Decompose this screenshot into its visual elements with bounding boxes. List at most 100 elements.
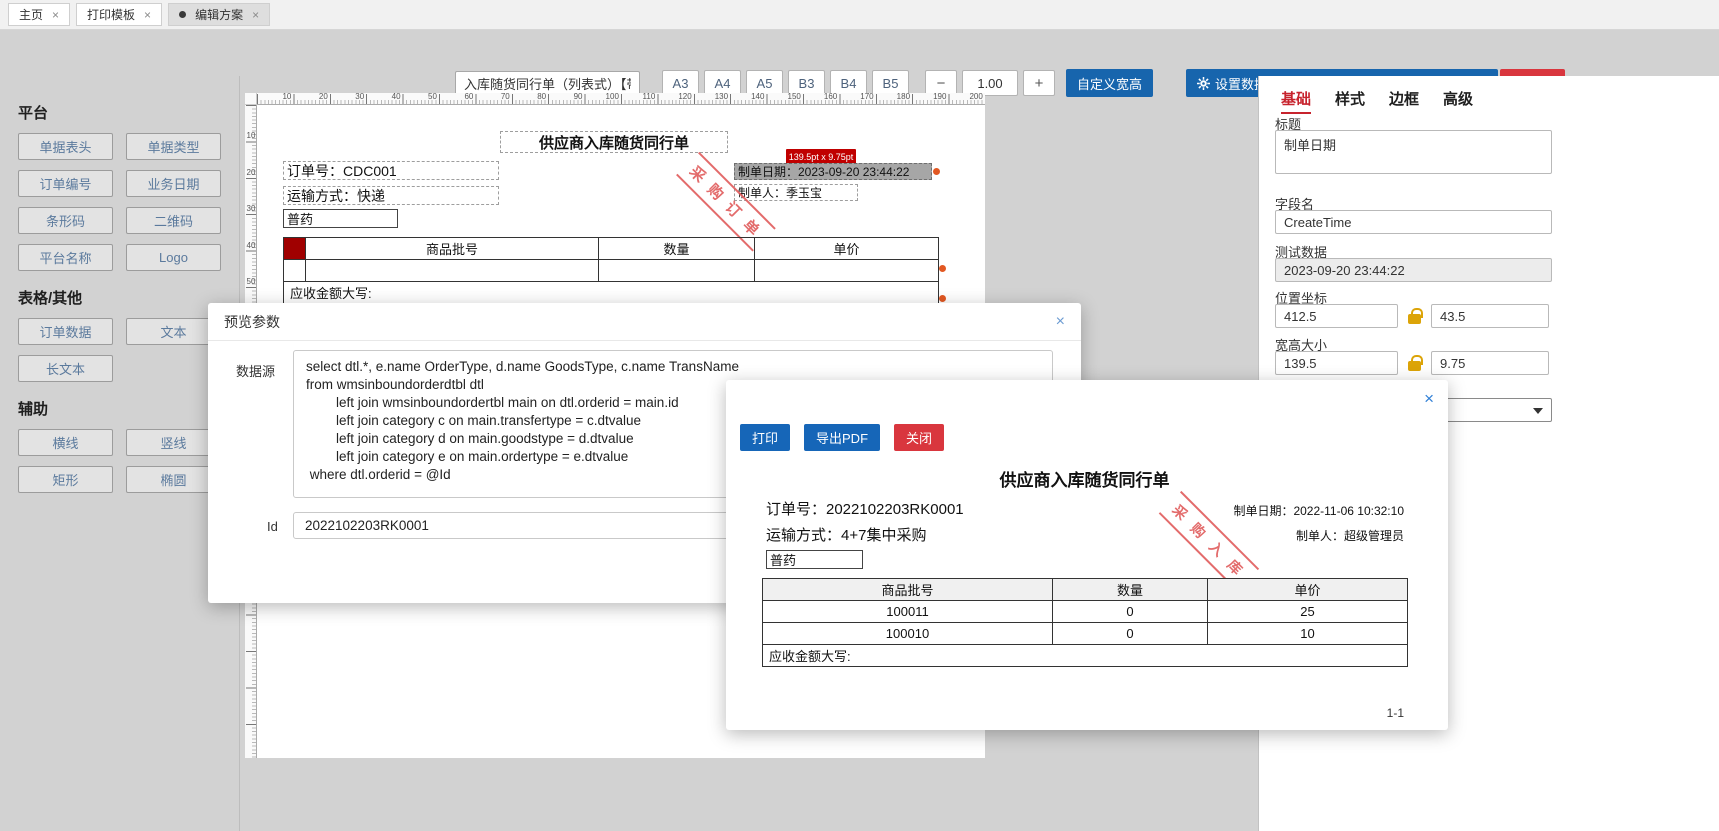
- position-row: [1275, 304, 1549, 328]
- title-input[interactable]: 制单日期: [1275, 130, 1552, 174]
- creator-element[interactable]: 制单人：季玉宝: [734, 184, 858, 201]
- preview-table-cell: 100011: [762, 600, 1053, 623]
- order-no-element[interactable]: 订单号：CDC001: [283, 161, 499, 180]
- ruler-number: 120: [678, 92, 692, 101]
- close-icon[interactable]: ×: [1424, 389, 1434, 409]
- nav-tab-edit-scheme[interactable]: 编辑方案 ×: [168, 3, 271, 26]
- table-header-cell[interactable]: 商品批号: [305, 237, 599, 260]
- sidebar-tool-button[interactable]: 业务日期: [126, 170, 221, 197]
- preview-table-cell: 0: [1052, 600, 1208, 623]
- preview-doc-title: 供应商入库随货同行单: [999, 471, 1170, 490]
- transport-element[interactable]: 运输方式：快递: [283, 186, 499, 205]
- preview-table-header: 单价: [1207, 578, 1408, 601]
- nav-tab-label: 打印模板: [87, 8, 136, 22]
- selection-handle[interactable]: [939, 295, 946, 302]
- position-y-input[interactable]: [1431, 304, 1549, 328]
- tab-basic[interactable]: 基础: [1281, 88, 1312, 114]
- component-sidebar: 平台 单据表头 单据类型 订单编号 业务日期 条形码 二维码 平台名称 Logo 表格/其他 …: [0, 76, 240, 831]
- ruler-number: 110: [642, 92, 656, 101]
- nav-tab-home[interactable]: 主页 ×: [8, 3, 71, 26]
- position-x-input[interactable]: [1275, 304, 1398, 328]
- table-cell[interactable]: [305, 259, 599, 282]
- width-input[interactable]: [1275, 351, 1398, 375]
- table-cell[interactable]: [598, 259, 755, 282]
- sidebar-tool-button[interactable]: 条形码: [18, 207, 113, 234]
- ruler-number: 140: [751, 92, 765, 101]
- drug-type-element[interactable]: 普药: [283, 209, 398, 228]
- horizontal-ruler: 10 20 30 40 50 60 70 80 90 100 110 120 130 140 150 160 1…: [257, 92, 985, 105]
- sidebar-tool-button[interactable]: 竖线: [126, 429, 221, 456]
- preview-creator: 制单人：超级管理员: [1295, 529, 1404, 543]
- export-pdf-button[interactable]: 导出PDF: [804, 424, 881, 451]
- tab-close-icon[interactable]: ×: [144, 9, 151, 21]
- sidebar-tool-button[interactable]: 矩形: [18, 466, 113, 493]
- ruler-number: 190: [933, 92, 947, 101]
- tab-close-icon[interactable]: ×: [52, 9, 59, 21]
- close-icon[interactable]: ×: [1056, 313, 1065, 331]
- ruler-number: 40: [246, 240, 256, 250]
- selected-table-cell[interactable]: [283, 237, 306, 260]
- sidebar-tool-button[interactable]: 单据表头: [18, 133, 113, 160]
- size-badge: 139.5pt x 9.75pt: [786, 149, 856, 164]
- sidebar-section-auxiliary: 辅助: [18, 401, 49, 418]
- preview-order-no: 订单号：2022102203RK0001: [766, 501, 964, 518]
- page-indicator: 1-1: [1386, 706, 1404, 720]
- table-footer-cell[interactable]: 应收金额大写:: [283, 281, 939, 304]
- print-button[interactable]: 打印: [740, 424, 791, 451]
- sidebar-tool-button[interactable]: 二维码: [126, 207, 221, 234]
- table-cell[interactable]: [283, 259, 306, 282]
- sidebar-tool-button[interactable]: 横线: [18, 429, 113, 456]
- custom-size-button[interactable]: 自定义宽高: [1066, 69, 1154, 97]
- size-row: [1275, 351, 1549, 375]
- nav-tab-label: 主页: [19, 8, 44, 22]
- preview-data-table: 商品批号 数量 单价 100011 0 25 100010 0 10 应收金额大…: [762, 578, 1408, 667]
- ruler-number: 90: [573, 92, 583, 101]
- preview-table-cell: 100010: [762, 622, 1053, 645]
- zoom-in-button[interactable]: +: [1023, 70, 1055, 96]
- sidebar-tool-button[interactable]: 椭圆: [126, 466, 221, 493]
- sidebar-tool-button[interactable]: 平台名称: [18, 244, 113, 271]
- toolbar: A3A4A5B3B4B5 − + 自定义宽高 设置数据源 预览 直接打印 保存 …: [0, 30, 1719, 97]
- ruler-number: 200: [969, 92, 983, 101]
- ruler-number: 130: [714, 92, 729, 101]
- table-header-cell[interactable]: 数量: [598, 237, 755, 260]
- sidebar-tool-button[interactable]: 订单编号: [18, 170, 113, 197]
- sidebar-tool-button[interactable]: 长文本: [18, 355, 113, 382]
- tab-border[interactable]: 边框: [1389, 88, 1419, 114]
- sidebar-tool-button[interactable]: 文本: [126, 318, 221, 345]
- tab-style[interactable]: 样式: [1335, 88, 1365, 114]
- sidebar-tool-button[interactable]: Logo: [126, 244, 221, 271]
- doc-title-element[interactable]: 供应商入库随货同行单: [500, 131, 728, 153]
- ruler-number: 50: [246, 276, 256, 286]
- sidebar-tool-button[interactable]: 订单数据: [18, 318, 113, 345]
- create-date-element-selected[interactable]: 制单日期：2023-09-20 23:44:22: [734, 163, 932, 180]
- ruler-number: 150: [787, 92, 801, 101]
- table-row: 100011 0 25: [762, 600, 1408, 623]
- selection-handle[interactable]: [933, 168, 940, 175]
- preview-table-cell: 25: [1207, 600, 1408, 623]
- ruler-number: 100: [605, 92, 619, 101]
- nav-tab-print-template[interactable]: 打印模板 ×: [76, 3, 163, 26]
- table-cell[interactable]: [754, 259, 939, 282]
- preview-transport: 运输方式：4+7集中采购: [766, 527, 927, 544]
- close-button[interactable]: 关闭: [894, 424, 945, 451]
- selection-handle[interactable]: [939, 265, 946, 272]
- table-header-cell[interactable]: 单价: [754, 237, 939, 260]
- lock-icon[interactable]: [1408, 354, 1423, 371]
- canvas-data-table[interactable]: 商品批号 数量 单价 应收金额大写:: [283, 237, 939, 304]
- lock-icon[interactable]: [1408, 307, 1423, 324]
- custom-size-label: 自定义宽高: [1077, 76, 1143, 92]
- field-name-input[interactable]: [1275, 210, 1552, 234]
- ruler-number: 40: [391, 92, 401, 101]
- table-other-buttons: 订单数据 文本 长文本: [18, 318, 221, 382]
- nav-tab-label: 编辑方案: [195, 8, 244, 22]
- height-input[interactable]: [1431, 351, 1549, 375]
- ruler-number: 170: [860, 92, 874, 101]
- ruler-number: 30: [355, 92, 365, 101]
- gear-icon: [1197, 76, 1210, 90]
- ruler-number: 50: [428, 92, 437, 101]
- test-data-input[interactable]: [1275, 258, 1552, 282]
- tab-advanced[interactable]: 高级: [1443, 88, 1473, 114]
- tab-close-icon[interactable]: ×: [252, 9, 259, 21]
- sidebar-tool-button[interactable]: 单据类型: [126, 133, 221, 160]
